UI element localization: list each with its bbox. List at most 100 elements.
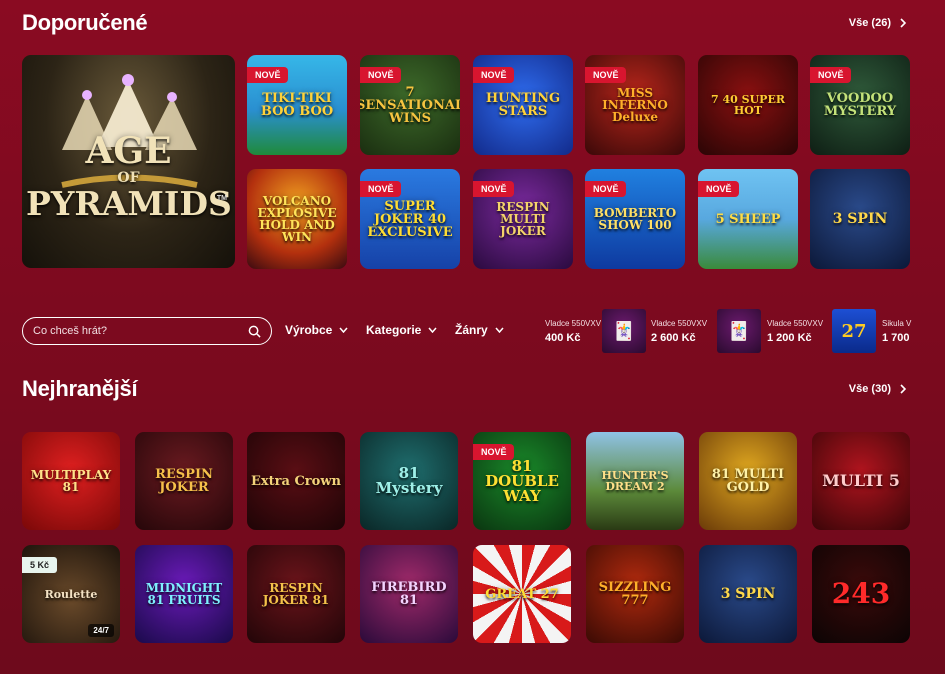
filter-categories-dropdown[interactable]: Kategorie [366, 323, 437, 337]
game-tile-featured[interactable]: AGE OF PYRAMIDS TM [22, 55, 235, 268]
new-badge: NOVĚ [473, 67, 514, 83]
game-title: 243 [831, 577, 891, 610]
game-tile[interactable]: MISS INFERNO Deluxe NOVĚ [585, 55, 685, 155]
bet-badge: 5 Kč [22, 557, 58, 573]
ticker-winner-amount: 2 600 Kč [651, 332, 696, 344]
filter-providers-dropdown[interactable]: Výrobce [285, 323, 348, 337]
game-tile[interactable]: MULTIPLAY 81 [22, 432, 120, 530]
new-badge: NOVĚ [473, 444, 514, 460]
game-tile[interactable]: MULTI 5 [812, 432, 910, 530]
game-tile[interactable]: FIREBIRD 81 [360, 545, 458, 643]
popular-title: Nejhranější [22, 376, 138, 401]
game-tile[interactable]: RESPIN JOKER [135, 432, 233, 530]
game-title: MIDNIGHT 81 FRUITS [145, 581, 223, 607]
game-tile[interactable]: GREAT 27 [473, 545, 571, 643]
game-tile[interactable]: VOLCANO EXPLOSIVE HOLD AND WIN [247, 169, 347, 269]
ticker-winner-name: Vladce 550VXV [651, 319, 708, 328]
see-all-label: Vše (26) [848, 17, 891, 29]
game-title: MULTIPLAY 81 [30, 468, 112, 494]
game-title: HUNTING STARS [485, 91, 561, 119]
game-title: 3 SPIN [720, 586, 776, 602]
game-tile[interactable]: HUNTING STARS NOVĚ [473, 55, 573, 155]
filter-providers-label: Výrobce [285, 323, 333, 337]
number-27-icon: 27 [841, 320, 867, 342]
chevron-right-icon [900, 18, 907, 28]
game-tile[interactable]: 81 DOUBLE WAY NOVĚ [473, 432, 571, 530]
ticker-game-thumb[interactable]: 🃏 [717, 309, 761, 353]
recommended-see-all-link[interactable]: Vše (26) [849, 17, 907, 29]
game-tile[interactable]: 7 SENSATIONAL WINS NOVĚ [360, 55, 460, 155]
game-title: MISS INFERNO Deluxe [602, 86, 668, 124]
game-title: Extra Crown [251, 473, 341, 489]
featured-trademark: TM [216, 195, 227, 202]
new-badge: NOVĚ [585, 181, 626, 197]
ticker-winner-name: Vladce 550VXV [545, 319, 602, 328]
ticker-game-thumb[interactable]: 🃏 [602, 309, 646, 353]
filter-categories-label: Kategorie [366, 323, 422, 337]
game-title: 81 DOUBLE WAY [485, 456, 559, 505]
game-title: SIZZLING 777 [598, 580, 672, 608]
filter-genres-label: Žánry [455, 323, 488, 337]
new-badge: NOVĚ [810, 67, 851, 83]
game-tile[interactable]: BOMBERTO SHOW 100 NOVĚ [585, 169, 685, 269]
game-tile[interactable]: TIKI-TIKI BOO BOO NOVĚ [247, 55, 347, 155]
joker-icon: 🃏 [727, 320, 751, 341]
ticker-game-thumb[interactable]: 27 [832, 309, 876, 353]
game-tile[interactable]: 81 Mystery [360, 432, 458, 530]
game-tile[interactable]: VOODOO MYSTERY NOVĚ [810, 55, 910, 155]
game-title: 81 Mystery [375, 464, 443, 497]
featured-title-line3: PYRAMIDS [26, 184, 232, 223]
game-tile[interactable]: 3 SPIN [699, 545, 797, 643]
game-tile[interactable]: 243 [812, 545, 910, 643]
game-tile[interactable]: 7 40 SUPER HOT [698, 55, 798, 155]
search-icon [248, 325, 261, 338]
game-title: SUPER JOKER 40 EXCLUSIVE [367, 198, 453, 240]
ticker-winner-amount: 1 200 Kč [767, 332, 812, 344]
game-tile[interactable]: SIZZLING 777 [586, 545, 684, 643]
game-tile[interactable]: 81 MULTI GOLD [699, 432, 797, 530]
game-tile[interactable]: MIDNIGHT 81 FRUITS [135, 545, 233, 643]
game-title: BOMBERTO SHOW 100 [593, 206, 677, 232]
popular-see-all-link[interactable]: Vše (30) [849, 383, 907, 395]
new-badge: NOVĚ [473, 181, 514, 197]
search-input[interactable]: Co chceš hrát? [22, 317, 272, 345]
game-tile[interactable]: Extra Crown [247, 432, 345, 530]
game-tile[interactable]: HUNTER'S DREAM 2 [586, 432, 684, 530]
game-title: Roulette [44, 587, 98, 601]
game-title: VOLCANO EXPLOSIVE HOLD AND WIN [257, 194, 337, 244]
ticker-winner-amount: 400 Kč [545, 332, 581, 344]
game-title: 81 MULTI GOLD [711, 467, 785, 495]
new-badge: NOVĚ [247, 67, 288, 83]
game-title: FIREBIRD 81 [371, 580, 447, 608]
game-title: HUNTER'S DREAM 2 [601, 469, 669, 493]
game-tile[interactable]: SUPER JOKER 40 EXCLUSIVE NOVĚ [360, 169, 460, 269]
chevron-down-icon [428, 327, 437, 333]
game-title: 7 SENSATIONAL WINS [360, 84, 460, 126]
see-all-label: Vše (30) [848, 383, 891, 395]
game-tile[interactable]: 3 SPIN [810, 169, 910, 269]
featured-title-line2: OF [117, 170, 140, 186]
game-title: 5 SHEEP [715, 211, 781, 227]
game-tile[interactable]: 5 SHEEP NOVĚ [698, 169, 798, 269]
new-badge: NOVĚ [360, 67, 401, 83]
game-title: VOODOO MYSTERY [823, 91, 897, 119]
game-tile[interactable]: Roulette 5 Kč 24/7 [22, 545, 120, 643]
joker-icon: 🃏 [612, 320, 636, 341]
chevron-right-icon [900, 384, 907, 394]
game-tile[interactable]: RESPIN MULTI JOKER NOVĚ [473, 169, 573, 269]
game-title: RESPIN JOKER 81 [262, 581, 330, 607]
game-tile[interactable]: RESPIN JOKER 81 [247, 545, 345, 643]
chevron-down-icon [339, 327, 348, 333]
new-badge: NOVĚ [585, 67, 626, 83]
filter-genres-dropdown[interactable]: Žánry [455, 323, 504, 337]
search-placeholder: Co chceš hrát? [33, 325, 107, 337]
game-title: TIKI-TIKI BOO BOO [260, 91, 334, 119]
live-hours-badge: 24/7 [88, 624, 114, 637]
ticker-winner-amount: 1 700 [882, 332, 910, 344]
game-title: MULTI 5 [822, 471, 900, 490]
ticker-winner-name: Vladce 550VXV [767, 319, 824, 328]
chevron-down-icon [495, 327, 504, 333]
game-title: RESPIN JOKER [155, 467, 213, 495]
game-title: RESPIN MULTI JOKER [496, 200, 550, 238]
recommended-title: Doporučené [22, 10, 148, 35]
